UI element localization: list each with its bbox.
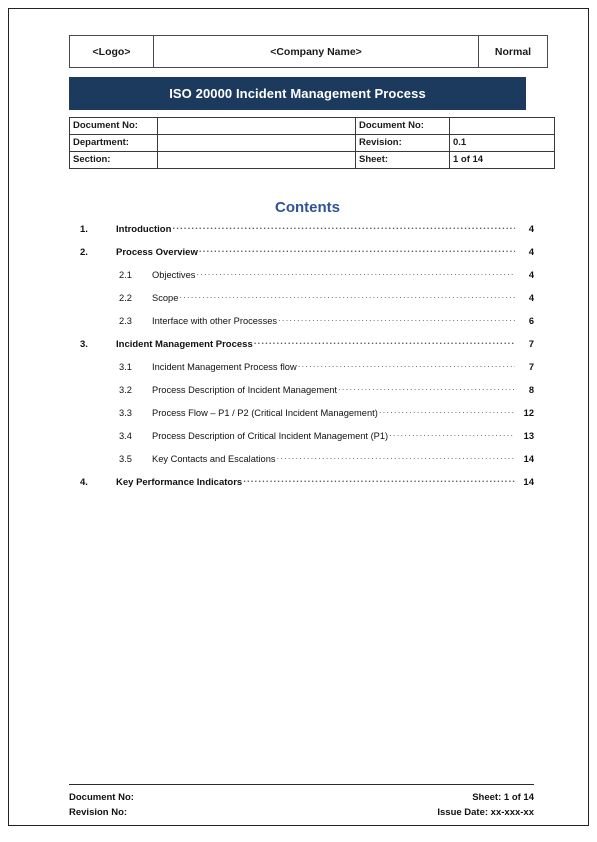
toc-entry-label: Process Description of Critical Incident…	[152, 431, 389, 441]
toc-dot-leader	[196, 268, 515, 278]
toc-entry-page: 6	[528, 316, 534, 326]
toc-entry-label: Objectives	[152, 270, 196, 280]
toc-entry-label: Key Contacts and Escalations	[152, 454, 276, 464]
toc-entry[interactable]: 3.5 Key Contacts and Escalations 14	[69, 452, 534, 475]
toc-dot-leader	[338, 383, 515, 393]
organization-value	[157, 117, 356, 135]
footer-sheet-text: Sheet: 1 of 14	[472, 792, 534, 803]
sheet-value: 1 of 14	[449, 151, 555, 169]
document-header-table: <Logo> <Company Name> Normal	[69, 35, 548, 68]
revision-label: Revision:	[355, 134, 450, 152]
toc-entry-number: 2.2	[119, 293, 132, 303]
toc-entry-number: 2.	[80, 247, 88, 258]
toc-entry[interactable]: 3.3 Process Flow – P1 / P2 (Critical Inci…	[69, 406, 534, 429]
toc-entry-label: Process Flow – P1 / P2 (Critical Inciden…	[152, 408, 378, 418]
toc-entry-label: Process Overview	[116, 247, 198, 258]
footer-issue-date-text: Issue Date: xx-xxx-xx	[437, 807, 534, 818]
toc-dot-leader	[379, 406, 515, 416]
toc-entry-page: 8	[528, 385, 534, 395]
toc-entry-number: 3.4	[119, 431, 132, 441]
table-row: Section: Sheet: 1 of 14	[69, 151, 555, 169]
department-value	[157, 134, 356, 152]
company-name-cell: <Company Name>	[153, 35, 479, 68]
table-of-contents: 1. Introduction 4 2. Process Overview 4 2.1 Obj…	[69, 222, 534, 498]
toc-dot-leader	[199, 245, 515, 255]
toc-entry[interactable]: 1. Introduction 4	[69, 222, 534, 245]
toc-dot-leader	[277, 452, 515, 462]
toc-dot-leader	[179, 291, 515, 301]
document-page: <Logo> <Company Name> Normal ISO 20000 I…	[8, 8, 589, 826]
toc-entry-page: 4	[528, 247, 534, 258]
toc-dot-leader	[278, 314, 515, 324]
toc-entry-page: 14	[523, 454, 534, 464]
table-row: Department: Revision: 0.1	[69, 134, 555, 152]
toc-entry-label: Incident Management Process	[116, 339, 253, 350]
toc-entry-label: Incident Management Process flow	[152, 362, 297, 372]
document-no-label: Document No:	[355, 117, 450, 135]
sheet-label: Sheet:	[355, 151, 450, 169]
toc-entry-number: 3.	[80, 339, 88, 350]
revision-value: 0.1	[449, 134, 555, 152]
footer-revision-no-label: Revision No:	[69, 807, 128, 818]
toc-entry[interactable]: 4. Key Performance Indicators 14	[69, 475, 534, 498]
toc-entry-number: 3.3	[119, 408, 132, 418]
toc-entry-label: Interface with other Processes	[152, 316, 278, 326]
toc-entry[interactable]: 2.3 Interface with other Processes 6	[69, 314, 534, 337]
toc-entry-number: 3.5	[119, 454, 132, 464]
toc-entry-page: 4	[528, 293, 534, 303]
department-label: Department:	[69, 134, 158, 152]
footer-row-one: Document No: Sheet: 1 of 14	[69, 790, 534, 805]
toc-entry-label: Scope	[152, 293, 179, 303]
toc-entry-page: 7	[528, 339, 534, 350]
toc-dot-leader	[298, 360, 515, 370]
toc-entry-number: 1.	[80, 224, 88, 235]
toc-entry[interactable]: 3.4 Process Description of Critical Incid…	[69, 429, 534, 452]
toc-entry-number: 3.1	[119, 362, 132, 372]
document-metadata-table: Document No: Document No: Department: Re…	[69, 117, 555, 169]
document-status-cell: Normal	[478, 35, 548, 68]
toc-entry-page: 4	[528, 224, 534, 235]
footer-row-two: Revision No: Issue Date: xx-xxx-xx	[69, 805, 534, 820]
toc-entry-page: 4	[528, 270, 534, 280]
toc-entry-number: 2.1	[119, 270, 132, 280]
footer-document-no-label: Document No:	[69, 792, 134, 803]
toc-entry-label: Introduction	[116, 224, 172, 235]
toc-entry[interactable]: 2.2 Scope 4	[69, 291, 534, 314]
document-title-banner: ISO 20000 Incident Management Process	[69, 77, 526, 110]
toc-entry[interactable]: 3. Incident Management Process 7	[69, 337, 534, 360]
toc-entry-page: 7	[528, 362, 534, 372]
toc-entry-page: 12	[523, 408, 534, 418]
toc-entry-label: Key Performance Indicators	[116, 477, 243, 488]
toc-dot-leader	[243, 475, 515, 485]
contents-heading: Contents	[275, 199, 340, 216]
footer-divider	[69, 784, 534, 785]
toc-entry-number: 3.2	[119, 385, 132, 395]
logo-placeholder-cell: <Logo>	[69, 35, 154, 68]
section-value	[157, 151, 356, 169]
toc-entry[interactable]: 2. Process Overview 4	[69, 245, 534, 268]
document-no-value	[449, 117, 555, 135]
toc-entry-page: 13	[523, 431, 534, 441]
toc-entry-label: Process Description of Incident Manageme…	[152, 385, 337, 395]
toc-entry-number: 4.	[80, 477, 88, 488]
toc-entry[interactable]: 3.1 Incident Management Process flow 7	[69, 360, 534, 383]
organization-label: Document No:	[69, 117, 158, 135]
toc-entry[interactable]: 3.2 Process Description of Incident Manag…	[69, 383, 534, 406]
toc-dot-leader	[254, 337, 515, 347]
toc-entry-number: 2.3	[119, 316, 132, 326]
toc-dot-leader	[389, 429, 515, 439]
toc-dot-leader	[172, 222, 515, 232]
page-footer: Document No: Sheet: 1 of 14 Revision No:…	[69, 784, 534, 820]
table-row: <Logo> <Company Name> Normal	[69, 35, 548, 68]
toc-entry[interactable]: 2.1 Objectives 4	[69, 268, 534, 291]
page-title: ISO 20000 Incident Management Process	[169, 86, 426, 101]
table-row: Document No: Document No:	[69, 117, 555, 135]
section-label: Section:	[69, 151, 158, 169]
toc-entry-page: 14	[523, 477, 534, 488]
